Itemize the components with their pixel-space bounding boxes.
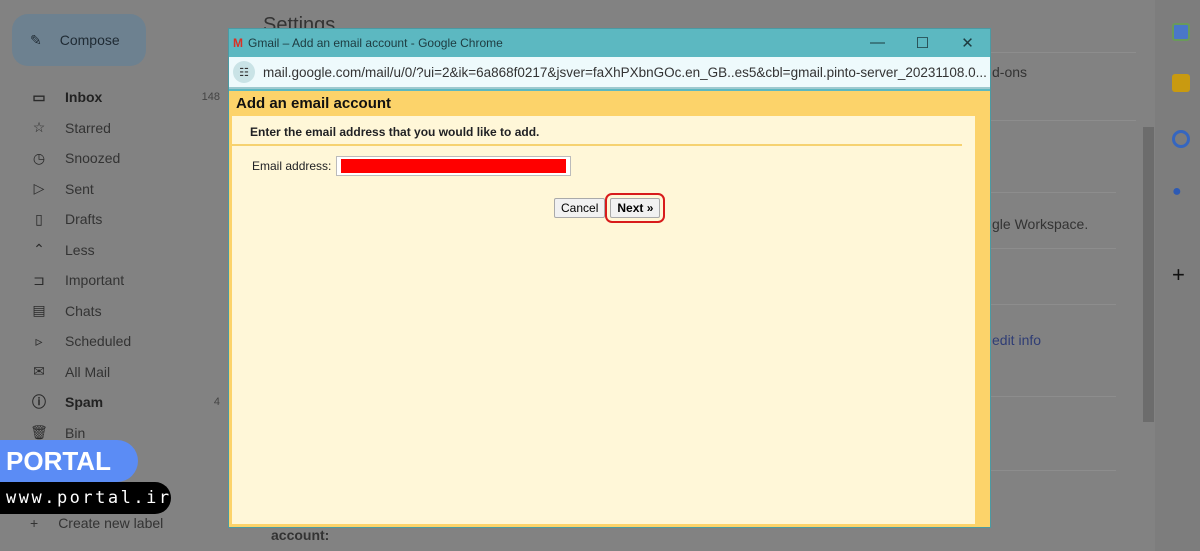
- sidebar-item-all-mail[interactable]: ✉ All Mail: [0, 357, 230, 388]
- edit-info-link[interactable]: edit info: [992, 332, 1041, 348]
- star-icon: ☆: [32, 119, 46, 136]
- sidebar-nav: ▭ Inbox 148 ☆ Starred ◷ Snoozed ▷ Sent ▯ Drafts ⌃ Le…: [0, 82, 230, 448]
- sidebar-item-drafts[interactable]: ▯ Drafts: [0, 204, 230, 235]
- sidebar-item-label: Important: [65, 272, 125, 289]
- instruction-text: Enter the email address that you would l…: [232, 116, 962, 146]
- sidebar-item-label: Sent: [65, 180, 94, 197]
- sidebar-item-scheduled[interactable]: ▹ Scheduled: [0, 326, 230, 357]
- minimize-button[interactable]: —: [855, 34, 900, 52]
- sidebar-item-chats[interactable]: ▤ Chats: [0, 296, 230, 327]
- email-label: Email address:: [252, 159, 332, 173]
- url-text: mail.google.com/mail/u/0/?ui=2&ik=6a868f…: [263, 64, 987, 80]
- compose-button[interactable]: ✎ Compose: [12, 14, 146, 66]
- window-titlebar: M Gmail – Add an email account - Google …: [229, 29, 990, 57]
- maximize-button[interactable]: ☐: [900, 34, 945, 52]
- contacts-icon[interactable]: ●: [1172, 183, 1190, 201]
- sidebar-item-inbox[interactable]: ▭ Inbox 148: [0, 82, 230, 113]
- spam-icon: ⓘ: [32, 394, 46, 411]
- cancel-button[interactable]: Cancel: [554, 198, 606, 218]
- bin-icon: 🗑: [30, 424, 48, 441]
- sidebar-item-sent[interactable]: ▷ Sent: [0, 174, 230, 205]
- inbox-icon: ▭: [32, 88, 46, 105]
- next-button[interactable]: Next »: [605, 193, 666, 223]
- sidebar-item-label: Spam: [65, 394, 104, 411]
- sidebar-item-label: Bin: [65, 424, 86, 441]
- plus-icon: +: [30, 515, 39, 531]
- sidebar-item-label: Starred: [65, 119, 111, 136]
- close-button[interactable]: ✕: [945, 34, 990, 52]
- sidebar-item-label: Less: [65, 241, 95, 258]
- important-icon: ⊐: [33, 271, 45, 288]
- draft-icon: ▯: [35, 210, 43, 227]
- dialog-heading: Add an email account: [236, 95, 392, 112]
- scrollbar[interactable]: [1143, 127, 1154, 422]
- calendar-icon[interactable]: [1172, 23, 1190, 41]
- send-icon: ▷: [33, 180, 45, 197]
- sidebar-item-label: Chats: [65, 302, 102, 319]
- unread-count: 4: [213, 396, 220, 409]
- sidebar-item-less[interactable]: ⌃ Less: [0, 235, 230, 266]
- chat-icon: ▤: [32, 302, 46, 319]
- sidebar-item-label: Snoozed: [65, 150, 121, 167]
- tasks-icon[interactable]: [1172, 130, 1190, 148]
- create-new-label-button[interactable]: + Create new label: [30, 515, 163, 531]
- account-label: account:: [271, 527, 330, 543]
- watermark-url: www.portal.ir: [0, 482, 171, 514]
- workspace-text: gle Workspace.: [992, 216, 1089, 232]
- addons-text: d-ons: [992, 64, 1028, 80]
- sidebar-item-label: Drafts: [65, 211, 103, 228]
- unread-count: 148: [201, 91, 220, 104]
- address-bar[interactable]: ☷ mail.google.com/mail/u/0/?ui=2&ik=6a86…: [229, 57, 990, 89]
- chevron-up-icon: ⌃: [33, 241, 45, 258]
- sidebar-item-label: Inbox: [65, 89, 103, 106]
- keep-icon[interactable]: [1172, 74, 1190, 92]
- redacted-email: [341, 159, 567, 173]
- site-settings-icon[interactable]: ☷: [233, 61, 255, 83]
- sidebar-item-snoozed[interactable]: ◷ Snoozed: [0, 143, 230, 174]
- window-title: Gmail – Add an email account - Google Ch…: [248, 36, 503, 50]
- pencil-icon: ✎: [30, 31, 42, 48]
- side-panel: ● +: [1155, 0, 1200, 551]
- sidebar-item-label: All Mail: [65, 363, 111, 380]
- watermark-brand: PORTAL: [0, 440, 138, 482]
- email-field[interactable]: [336, 156, 572, 176]
- scheduled-icon: ▹: [35, 332, 43, 349]
- sidebar-item-important[interactable]: ⊐ Important: [0, 265, 230, 296]
- plus-icon[interactable]: +: [1172, 264, 1190, 286]
- gmail-logo-icon: M: [233, 36, 243, 50]
- sidebar-item-spam[interactable]: ⓘ Spam 4: [0, 387, 230, 418]
- all-mail-icon: ✉: [33, 363, 45, 380]
- clock-icon: ◷: [32, 149, 46, 166]
- popup-window: M Gmail – Add an email account - Google …: [228, 28, 991, 528]
- sidebar-item-starred[interactable]: ☆ Starred: [0, 113, 230, 144]
- sidebar-item-label: Scheduled: [65, 333, 132, 350]
